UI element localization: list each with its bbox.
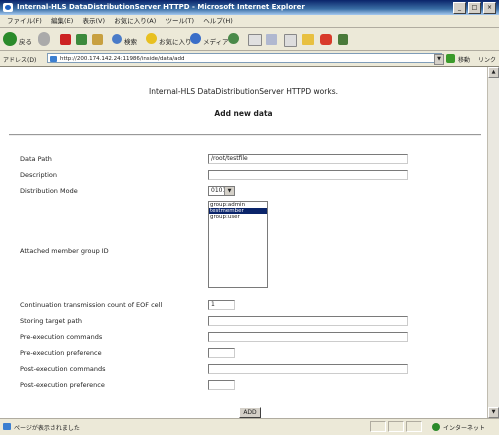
menu-help[interactable]: ヘルプ(H) [203,15,232,27]
close-button[interactable]: × [483,2,496,14]
menu-tools[interactable]: ツール(T) [166,15,195,27]
storing-target-path-input[interactable] [208,316,408,326]
page-heading: Add new data [214,109,273,118]
stop-icon[interactable] [60,34,71,45]
back-arrow-icon[interactable] [3,32,17,46]
page-done-icon [3,423,11,430]
print-icon[interactable] [266,34,277,45]
menu-favorites[interactable]: お気に入り(A) [114,15,156,27]
page-content: Internal-HLS DataDistributionServer HTTP… [0,67,487,418]
address-bar: アドレス(D) http://200.174.142.24:11986/insi… [0,51,499,67]
back-label[interactable]: 戻る [19,36,32,46]
menu-bar: ファイル(F) 編集(E) 表示(V) お気に入り(A) ツール(T) ヘルプ(… [0,15,499,28]
description-label: Description [20,171,58,179]
attached-group-listbox[interactable]: group:admin testmember group:user [208,201,268,288]
post-execution-preference-input[interactable] [208,380,235,390]
messenger-icon[interactable] [320,34,332,45]
pre-execution-preference-label: Pre-execution preference [20,349,102,357]
address-input[interactable]: http://200.174.142.24:11986/inside/data/… [47,53,442,63]
zone-label: インターネット [443,425,486,432]
address-url: http://200.174.142.24:11986/inside/data/… [60,56,185,62]
chevron-down-icon[interactable]: ▼ [434,54,444,65]
description-input[interactable] [208,170,408,180]
post-execution-commands-input[interactable] [208,364,408,374]
scroll-down-icon[interactable]: ▼ [488,407,499,418]
data-path-label: Data Path [20,155,52,163]
pre-execution-commands-input[interactable] [208,332,408,342]
favorites-star-icon[interactable] [146,33,157,44]
status-pane [388,421,404,432]
attached-group-label: Attached member group ID [20,247,109,255]
status-pane [406,421,422,432]
go-arrow-icon[interactable] [446,54,455,63]
list-item[interactable]: group:user [209,214,267,220]
search-icon[interactable] [112,34,122,44]
mail-icon[interactable] [248,34,262,46]
refresh-icon[interactable] [76,34,87,45]
ie-icon [3,3,13,12]
post-execution-preference-label: Post-execution preference [20,381,105,389]
chevron-down-icon[interactable]: ▼ [224,187,234,195]
status-pane [370,421,386,432]
go-button[interactable]: 移動 [458,55,470,64]
continuation-count-input[interactable]: 1 [208,300,235,310]
window-title: Internal-HLS DataDistributionServer HTTP… [17,3,305,11]
favorites-label[interactable]: お気に入り [159,36,192,46]
media-label[interactable]: メディア [203,36,229,46]
add-button[interactable]: ADD [239,407,261,418]
data-path-input[interactable]: /root/testfile [208,154,408,164]
folder-icon[interactable] [302,34,314,45]
storing-target-path-label: Storing target path [20,317,83,325]
internet-zone-icon [432,423,440,431]
status-text: ページが表示されました [14,425,80,432]
page-icon [50,56,57,62]
menu-view[interactable]: 表示(V) [82,15,105,27]
post-execution-commands-label: Post-execution commands [20,365,106,373]
distribution-mode-label: Distribution Mode [20,187,78,195]
links-button[interactable]: リンク [478,55,496,64]
distribution-mode-select[interactable]: 010100 ▼ [208,186,235,196]
toolbar: 戻る 検索 お気に入り メディア [0,28,499,51]
pre-execution-commands-label: Pre-execution commands [20,333,103,341]
forward-arrow-icon[interactable] [38,32,50,46]
minimize-button[interactable]: _ [453,2,466,14]
home-icon[interactable] [92,34,103,45]
divider [9,134,481,136]
history-icon[interactable] [228,33,239,44]
menu-file[interactable]: ファイル(F) [7,15,42,27]
research-icon[interactable] [338,34,348,45]
server-title: Internal-HLS DataDistributionServer HTTP… [148,87,338,96]
media-icon[interactable] [190,33,201,44]
address-label: アドレス(D) [3,57,37,64]
status-bar: ページが表示されました インターネット [0,418,499,435]
title-bar: Internal-HLS DataDistributionServer HTTP… [0,0,499,15]
continuation-count-label: Continuation transmission count of EOF c… [20,301,163,309]
search-label[interactable]: 検索 [124,36,137,46]
edit-icon[interactable] [284,34,297,47]
menu-edit[interactable]: 編集(E) [51,15,73,27]
maximize-button[interactable]: □ [468,2,481,14]
vertical-scrollbar[interactable]: ▲ ▼ [487,67,499,418]
scroll-up-icon[interactable]: ▲ [488,67,499,78]
pre-execution-preference-input[interactable] [208,348,235,358]
